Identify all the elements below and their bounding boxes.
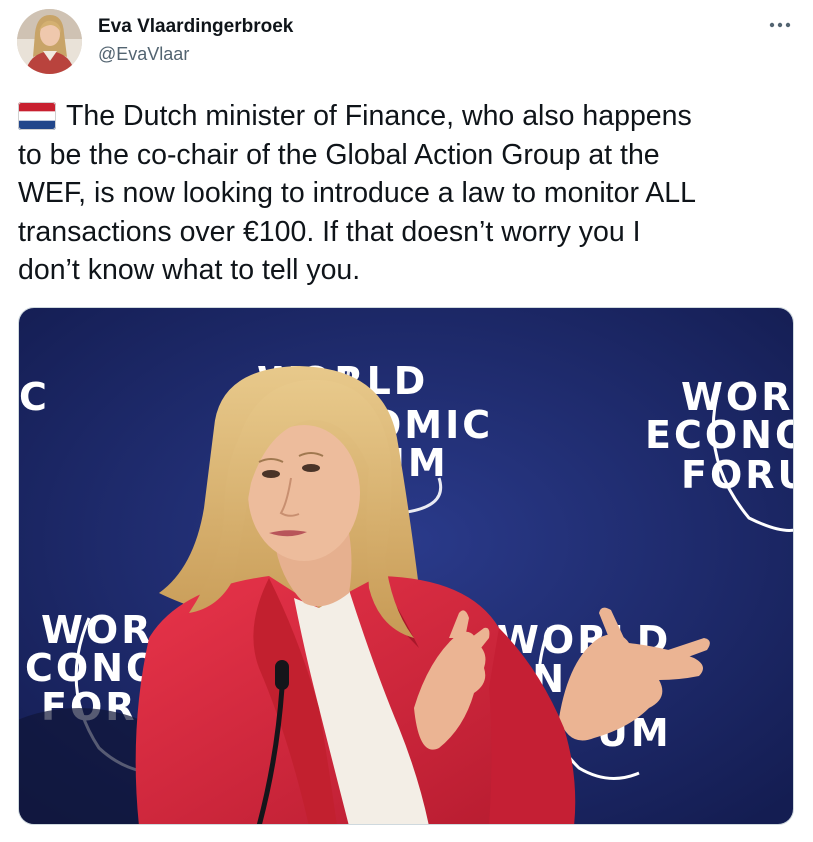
tweet-photo[interactable]: W ORLD OMIC UM WOR ECONO FORU WOR CONO F… bbox=[18, 307, 794, 825]
backdrop-logo-text: C bbox=[19, 375, 47, 419]
backdrop-logo-text: FORU bbox=[681, 453, 794, 497]
tweet-text-line: transactions over €100. If that doesn’t … bbox=[18, 215, 641, 248]
backdrop-logo: C bbox=[19, 375, 47, 419]
more-dots-icon bbox=[769, 22, 791, 28]
display-name[interactable]: Eva Vlaardingerbroek bbox=[98, 16, 293, 38]
tweet-text-line: don’t know what to tell you. bbox=[18, 254, 361, 286]
avatar-image bbox=[17, 9, 82, 74]
photo-image: W ORLD OMIC UM WOR ECONO FORU WOR CONO F… bbox=[19, 308, 794, 824]
avatar[interactable] bbox=[17, 9, 82, 74]
tweet-text-segment: The Dutch minister of Finance, who also … bbox=[66, 100, 692, 132]
tweet-card: Eva Vlaardingerbroek @EvaVlaar The Dutch… bbox=[0, 0, 813, 842]
netherlands-flag-icon bbox=[18, 102, 56, 130]
backdrop-logo-text: ECONO bbox=[645, 413, 794, 457]
tweet-text-line: The Dutch minister of Finance, who also … bbox=[18, 97, 798, 136]
user-handle[interactable]: @EvaVlaar bbox=[98, 44, 189, 65]
tweet-text: The Dutch minister of Finance, who also … bbox=[18, 97, 798, 290]
tweet-text-line: WEF, is now looking to introduce a law t… bbox=[18, 177, 697, 209]
more-options-button[interactable] bbox=[762, 10, 798, 40]
tweet-text-line: to be the co-chair of the Global Action … bbox=[18, 138, 660, 171]
backdrop-logo-text: CONO bbox=[25, 646, 161, 690]
